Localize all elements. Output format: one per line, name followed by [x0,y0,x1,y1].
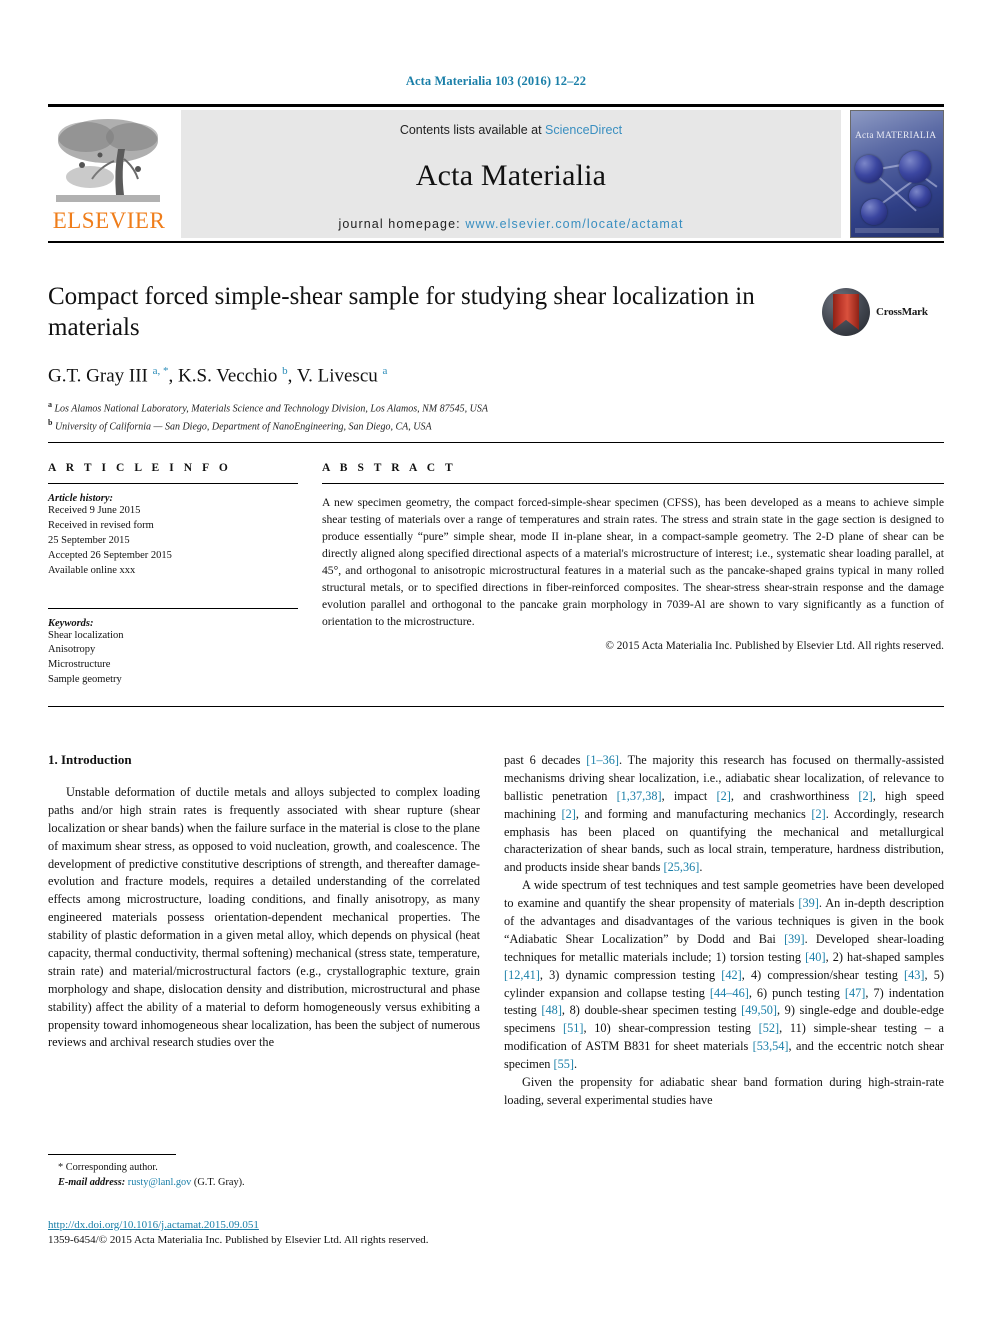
email-link[interactable]: rusty@lanl.gov [128,1177,192,1188]
article-history-heading: Article history: [48,493,114,504]
contents-available-line: Contents lists available at ScienceDirec… [181,123,841,137]
elsevier-tree-icon [52,115,164,207]
affiliation-marker: b [48,418,53,428]
crossmark-icon [822,288,870,336]
footnote-block: * Corresponding author. E-mail address: … [48,1154,480,1191]
journal-homepage-line: journal homepage: www.elsevier.com/locat… [181,217,841,231]
homepage-prefix: journal homepage: [338,217,466,231]
footnote-rule [48,1154,176,1155]
abstract-column: A B S T R A C T A new specimen geometry,… [322,462,944,652]
email-suffix: (G.T. Gray). [193,1177,245,1189]
cover-node-3 [909,185,931,207]
article-history-item: 25 September 2015 [48,534,130,546]
cover-node-1 [855,155,883,183]
cover-node-2 [899,151,931,183]
intro-paragraph-left: Unstable deformation of ductile metals a… [48,785,480,1050]
article-info-rule [48,483,298,484]
keyword-item: Microstructure [48,659,111,671]
crossmark-bookmark-shape [833,294,859,330]
affiliation-text: University of California — San Diego, De… [54,421,432,433]
section-heading-introduction: 1. Introduction [48,752,132,767]
doi-block: http://dx.doi.org/10.1016/j.actamat.2015… [48,1219,548,1246]
abstract-text: A new specimen geometry, the compact for… [322,496,944,629]
paper-page: Acta Materialia 103 (2016) 12–22 ELSEVIE… [0,0,992,1323]
author-list: G.T. Gray III a, *, K.S. Vecchio b, V. L… [48,365,388,387]
journal-cover-thumbnail: Acta MATERIALIA [850,110,944,238]
abstract-label: A B S T R A C T [322,462,457,474]
abstract-copyright: © 2015 Acta Materialia Inc. Published by… [605,640,944,653]
homepage-url-link[interactable]: www.elsevier.com/locate/actamat [465,217,683,231]
elsevier-logo: ELSEVIER [48,109,168,239]
body-column-right: past 6 decades [1–36]. The majority this… [504,752,944,1110]
intro-paragraph-right-1: past 6 decades [1–36]. The majority this… [504,753,945,875]
article-history-item: Available online xxx [48,564,136,576]
elsevier-wordmark: ELSEVIER [52,208,166,233]
email-label: E-mail address: [58,1177,126,1189]
crossmark-badge[interactable]: CrossMark [822,288,944,342]
contents-prefix: Contents lists available at [399,123,546,137]
cover-node-4 [861,199,887,225]
email-note: E-mail address: rusty@lanl.gov (G.T. Gra… [48,1175,480,1190]
affiliation-item: b University of California — San Diego, … [48,417,818,435]
keywords-rule [48,607,298,609]
affiliation-marker: a [48,400,52,410]
intro-paragraph-right-2: A wide spectrum of test techniques and t… [504,878,945,1072]
intro-paragraph-right-3: Given the propensity for adiabatic shear… [504,1075,944,1107]
body-column-left: 1. Introduction Unstable deformation of … [48,752,480,1052]
cover-title-text: Acta MATERIALIA [855,131,937,141]
article-history-item: Accepted 26 September 2015 [48,549,172,561]
info-section-top-rule [48,442,944,443]
issn-copyright-line: 1359-6454/© 2015 Acta Materialia Inc. Pu… [48,1234,429,1246]
journal-masthead: ELSEVIER Contents lists available at Sci… [48,104,944,243]
title-block: Compact forced simple-shear sample for s… [48,282,818,435]
keyword-item: Shear localization [48,629,124,641]
keyword-item: Anisotropy [48,644,96,656]
article-info-label: A R T I C L E I N F O [48,462,232,474]
affiliation-text: Los Alamos National Laboratory, Material… [54,403,488,415]
abstract-rule [322,483,944,484]
cover-bottom-bar [855,228,939,233]
journal-title: Acta Materialia [415,159,607,192]
article-history-item: Received 9 June 2015 [48,505,141,516]
masthead-center: Contents lists available at ScienceDirec… [181,110,841,238]
keywords-heading: Keywords: [48,617,94,629]
article-history-item: Received in revised form [48,519,154,531]
sciencedirect-link[interactable]: ScienceDirect [545,123,622,137]
corresponding-author-note: * Corresponding author. [58,1162,158,1173]
doi-link[interactable]: http://dx.doi.org/10.1016/j.actamat.2015… [48,1219,548,1231]
page-title: Compact forced simple-shear sample for s… [48,283,755,341]
crossmark-label: CrossMark [876,306,928,318]
affiliation-list: a Los Alamos National Laboratory, Materi… [48,399,818,435]
cover-top-bar [855,116,939,123]
affiliation-item: a Los Alamos National Laboratory, Materi… [48,399,818,417]
keyword-item: Sample geometry [48,674,122,686]
info-section-bottom-rule [48,706,944,707]
article-info-column: A R T I C L E I N F O Article history: R… [48,462,298,688]
running-head: Acta Materialia 103 (2016) 12–22 [405,74,587,88]
